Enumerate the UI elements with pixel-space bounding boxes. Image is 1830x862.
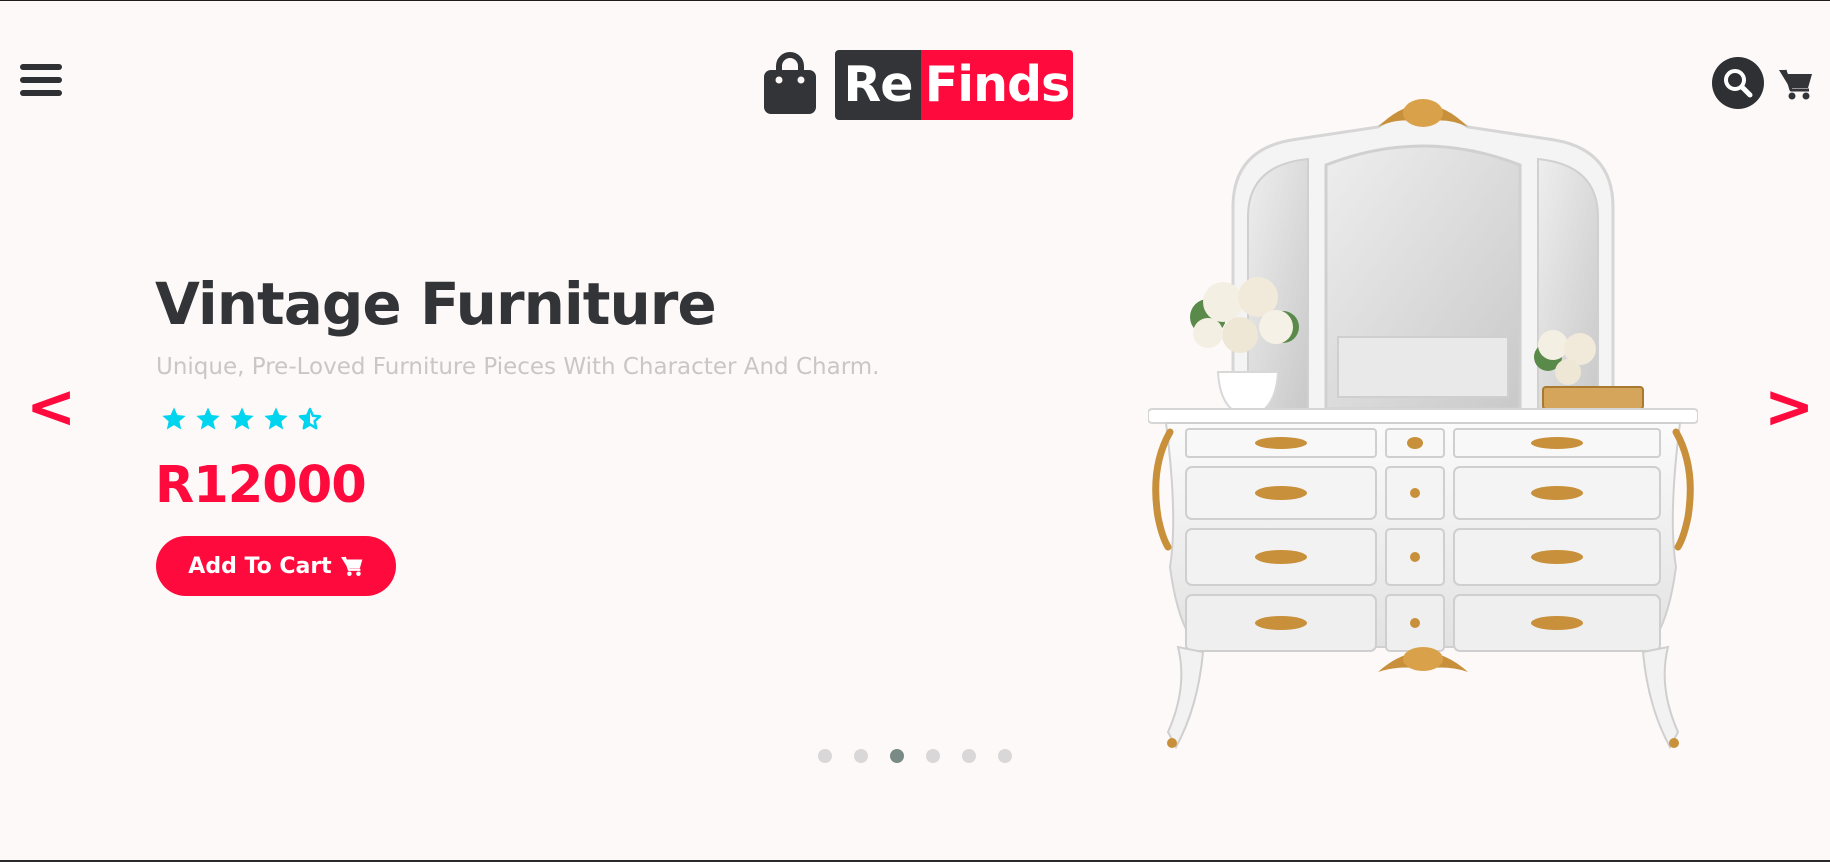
star-icon (264, 407, 288, 430)
hero-subtitle: Unique, Pre-Loved Furniture Pieces With … (156, 354, 880, 380)
search-button[interactable] (1712, 57, 1764, 109)
shopping-bag-icon (764, 52, 816, 114)
product-price: R12000 (155, 456, 367, 515)
carousel-dot[interactable] (926, 749, 940, 763)
cart-icon (340, 556, 363, 577)
hamburger-menu-icon[interactable] (20, 64, 62, 102)
menu-bar (20, 77, 62, 83)
star-half-icon (298, 407, 322, 430)
carousel-dot[interactable] (998, 749, 1012, 763)
slider-prev-button[interactable]: < (26, 377, 76, 437)
page: Re Finds < > Vintage Furniture Unique, P… (0, 0, 1830, 862)
logo-re: Re (835, 50, 921, 120)
menu-bar (20, 64, 62, 70)
carousel-dots (818, 749, 1012, 763)
star-icon (162, 407, 186, 430)
slider-next-button[interactable]: > (1764, 377, 1814, 437)
logo-finds: Finds (921, 50, 1073, 120)
add-to-cart-button[interactable]: Add To Cart (156, 536, 396, 596)
hero-title: Vintage Furniture (155, 270, 717, 338)
product-image (1148, 99, 1698, 750)
cart-icon[interactable] (1778, 67, 1814, 101)
search-icon (1724, 69, 1753, 98)
logo-wordmark: Re Finds (835, 50, 1073, 120)
carousel-dot[interactable] (854, 749, 868, 763)
add-to-cart-label: Add To Cart (188, 553, 332, 579)
star-rating (160, 405, 324, 433)
carousel-dot[interactable] (818, 749, 832, 763)
star-icon (196, 407, 220, 430)
menu-bar (20, 90, 62, 96)
carousel-dot-active[interactable] (890, 749, 904, 763)
carousel-dot[interactable] (962, 749, 976, 763)
site-logo[interactable]: Re Finds (762, 50, 1076, 120)
star-icon (230, 407, 254, 430)
